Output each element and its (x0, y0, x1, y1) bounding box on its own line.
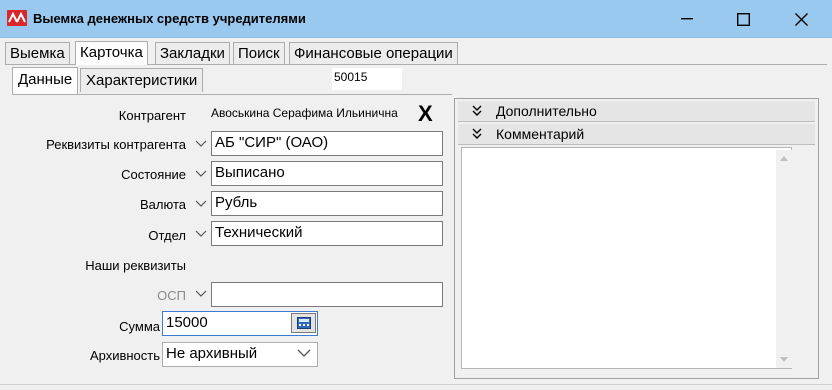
comment-scrollbar[interactable] (776, 150, 792, 368)
tab-label: Карточка (80, 44, 143, 61)
state-dropdown[interactable] (193, 162, 209, 186)
chevron-down-icon (195, 140, 207, 147)
chevron-down-icon (195, 200, 207, 207)
calculator-icon (296, 317, 311, 329)
double-chevron-down-icon (472, 128, 482, 139)
state-field[interactable]: Выписано (211, 161, 443, 186)
chevron-down-icon (297, 349, 311, 357)
requisites-field[interactable]: АБ "СИР" (ОАО) (211, 131, 443, 156)
currency-dropdown[interactable] (193, 192, 209, 216)
tab-vyemka[interactable]: Выемка (5, 42, 70, 64)
chevron-down-icon (195, 170, 207, 177)
tab-poisk[interactable]: Поиск (233, 42, 285, 64)
additional-section-label: Дополнительно (496, 103, 597, 119)
our-requisites-label: Наши реквизиты (85, 258, 186, 273)
chevron-down-icon (195, 290, 207, 297)
comment-section-label: Комментарий (496, 126, 585, 142)
window-title: Выемка денежных средств учредителями (33, 11, 306, 26)
tab-zakladki[interactable]: Закладки (155, 42, 230, 64)
requisites-dropdown[interactable] (193, 132, 209, 156)
comment-textarea[interactable] (461, 147, 792, 369)
department-label: Отдел (148, 228, 186, 243)
tab-kartochka[interactable]: Карточка (75, 41, 148, 65)
details-panel: Дополнительно Комментарий (454, 98, 819, 379)
archive-select[interactable]: Не архивный (162, 342, 318, 367)
double-chevron-down-icon (472, 105, 482, 116)
minimize-icon (681, 18, 693, 20)
close-icon (794, 12, 808, 26)
comment-section-header[interactable]: Комментарий (458, 124, 815, 145)
maximize-button[interactable] (720, 0, 766, 38)
sum-label: Сумма (119, 319, 160, 334)
archive-select-value: Не архивный (166, 345, 258, 362)
record-id: 50015 (332, 68, 402, 90)
chevron-down-icon (195, 230, 207, 237)
requisites-label: Реквизиты контрагента (46, 137, 186, 152)
osp-label: ОСП (157, 288, 186, 303)
state-label: Состояние (121, 167, 186, 182)
subtab-label: Характеристики (86, 72, 198, 89)
additional-section-header[interactable]: Дополнительно (458, 101, 815, 122)
currency-label: Валюта (140, 197, 186, 212)
minimize-button[interactable] (664, 0, 710, 38)
app-logo-icon (7, 10, 27, 26)
close-button[interactable] (778, 0, 824, 38)
subtab-dannye[interactable]: Данные (12, 67, 79, 94)
scroll-up-icon[interactable] (780, 156, 788, 161)
subtab-characteristics[interactable]: Характеристики (80, 68, 204, 92)
department-field[interactable]: Технический (211, 221, 443, 246)
window-bottom-border (0, 384, 832, 385)
subtab-divider (12, 94, 452, 95)
osp-dropdown[interactable] (193, 282, 209, 306)
counterparty-label: Контрагент (118, 108, 186, 123)
counterparty-value: Авоськина Серафима Ильинична (211, 106, 398, 120)
tab-financial-operations[interactable]: Финансовые операции (289, 42, 458, 64)
currency-field[interactable]: Рубль (211, 191, 443, 216)
tab-label: Поиск (238, 45, 280, 62)
maximize-icon (736, 12, 750, 26)
scroll-down-icon[interactable] (780, 357, 788, 362)
clear-counterparty-button[interactable]: X (418, 101, 433, 127)
title-bar: Выемка денежных средств учредителями (0, 0, 832, 38)
calculator-button[interactable] (291, 313, 316, 333)
archive-label: Архивность (89, 348, 160, 363)
tab-label: Финансовые операции (294, 45, 453, 62)
subtab-label: Данные (18, 71, 73, 88)
department-dropdown[interactable] (193, 222, 209, 246)
osp-field[interactable] (211, 282, 443, 307)
tab-label: Выемка (10, 45, 65, 62)
tab-label: Закладки (160, 45, 225, 62)
